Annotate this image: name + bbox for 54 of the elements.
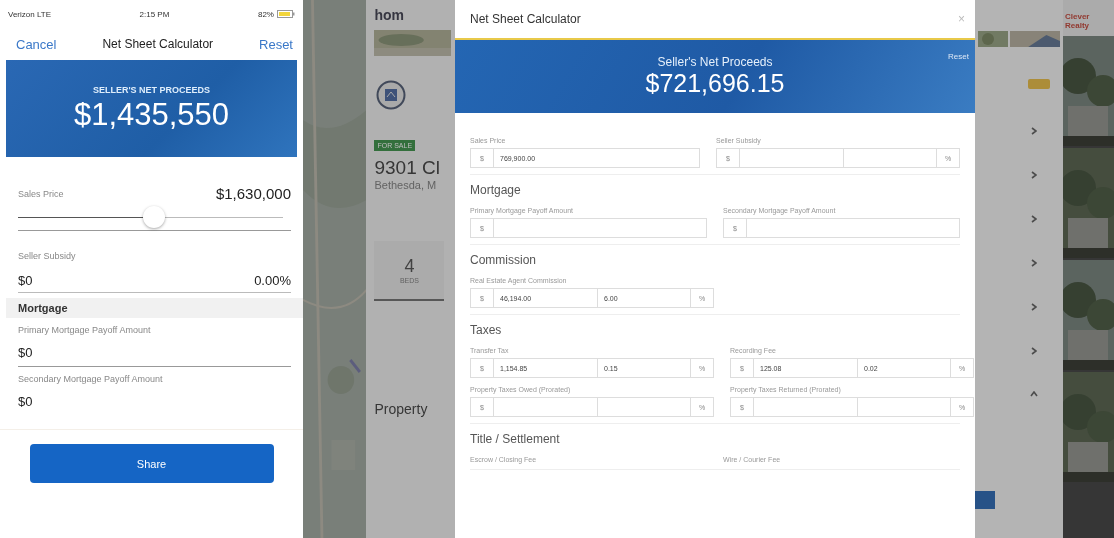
address-text: 9301 Cl: [374, 157, 440, 179]
amount-field[interactable]: $0: [18, 394, 291, 415]
amount-field[interactable]: [740, 148, 844, 168]
amount-field[interactable]: [747, 218, 960, 238]
chevron-icon[interactable]: [1031, 347, 1037, 355]
percent-field[interactable]: [858, 397, 951, 417]
city-text: Bethesda, M: [374, 179, 437, 191]
amount-field[interactable]: [494, 218, 707, 238]
chevron-icon[interactable]: [1031, 127, 1037, 135]
chevron-icon[interactable]: [1031, 303, 1037, 311]
proceeds-amount: $721,696.15: [645, 69, 785, 98]
section-title: Property: [374, 401, 428, 417]
beds-count: 4: [404, 256, 415, 277]
share-button[interactable]: Share: [29, 444, 274, 483]
badge-icon: [1028, 79, 1050, 89]
action-button[interactable]: [975, 491, 995, 509]
brand-logo: Clever Realty: [1063, 0, 1114, 36]
chevron-icon[interactable]: [1031, 259, 1037, 267]
battery-text: 82%: [257, 9, 274, 19]
chevron-icon[interactable]: [1031, 171, 1037, 179]
amount-field[interactable]: $0: [18, 345, 291, 367]
screen-title: Net Sheet Calculator: [102, 37, 214, 51]
percent-field[interactable]: [598, 397, 691, 417]
site-logo[interactable]: hom: [374, 7, 405, 23]
field-label: Sales Price: [18, 188, 64, 199]
section-header: Mortgage: [6, 298, 303, 318]
proceeds-label: Seller's Net Proceeds: [657, 55, 773, 69]
amount-field[interactable]: [494, 397, 598, 417]
cancel-button[interactable]: Cancel: [16, 36, 57, 52]
sales-price-value: $1,630,000: [215, 185, 291, 202]
field-label: Primary Mortgage Payoff Amount: [18, 325, 152, 335]
dialog-title: Net Sheet Calculator: [470, 12, 581, 26]
percent-field[interactable]: [844, 148, 937, 168]
clock-text: 2:15 PM: [139, 9, 170, 19]
chevron-icon[interactable]: [1031, 215, 1037, 223]
proceeds-label: SELLER'S NET PROCEEDS: [92, 84, 211, 95]
field-label: Seller Subsidy: [18, 251, 77, 261]
chevron-icon[interactable]: [1030, 391, 1038, 397]
carrier-text: Verizon LTE: [8, 9, 51, 19]
proceeds-amount: $1,435,550: [73, 96, 230, 133]
section-heading: Commission: [470, 253, 537, 267]
section-heading: Title / Settlement: [470, 432, 561, 446]
reset-button[interactable]: Reset: [259, 36, 293, 52]
house-icon[interactable]: [376, 80, 407, 110]
battery-icon: [277, 10, 295, 18]
subsidy-percent[interactable]: 0.00%: [254, 273, 291, 288]
field-label: Secondary Mortgage Payoff Amount: [18, 374, 164, 384]
subsidy-amount[interactable]: $0: [18, 273, 33, 288]
section-heading: Mortgage: [470, 183, 522, 197]
section-heading: Taxes: [470, 323, 503, 337]
slider-thumb[interactable]: [142, 206, 165, 228]
reset-button[interactable]: Reset: [948, 52, 969, 61]
price-slider[interactable]: [18, 206, 291, 231]
amount-field[interactable]: [754, 397, 858, 417]
